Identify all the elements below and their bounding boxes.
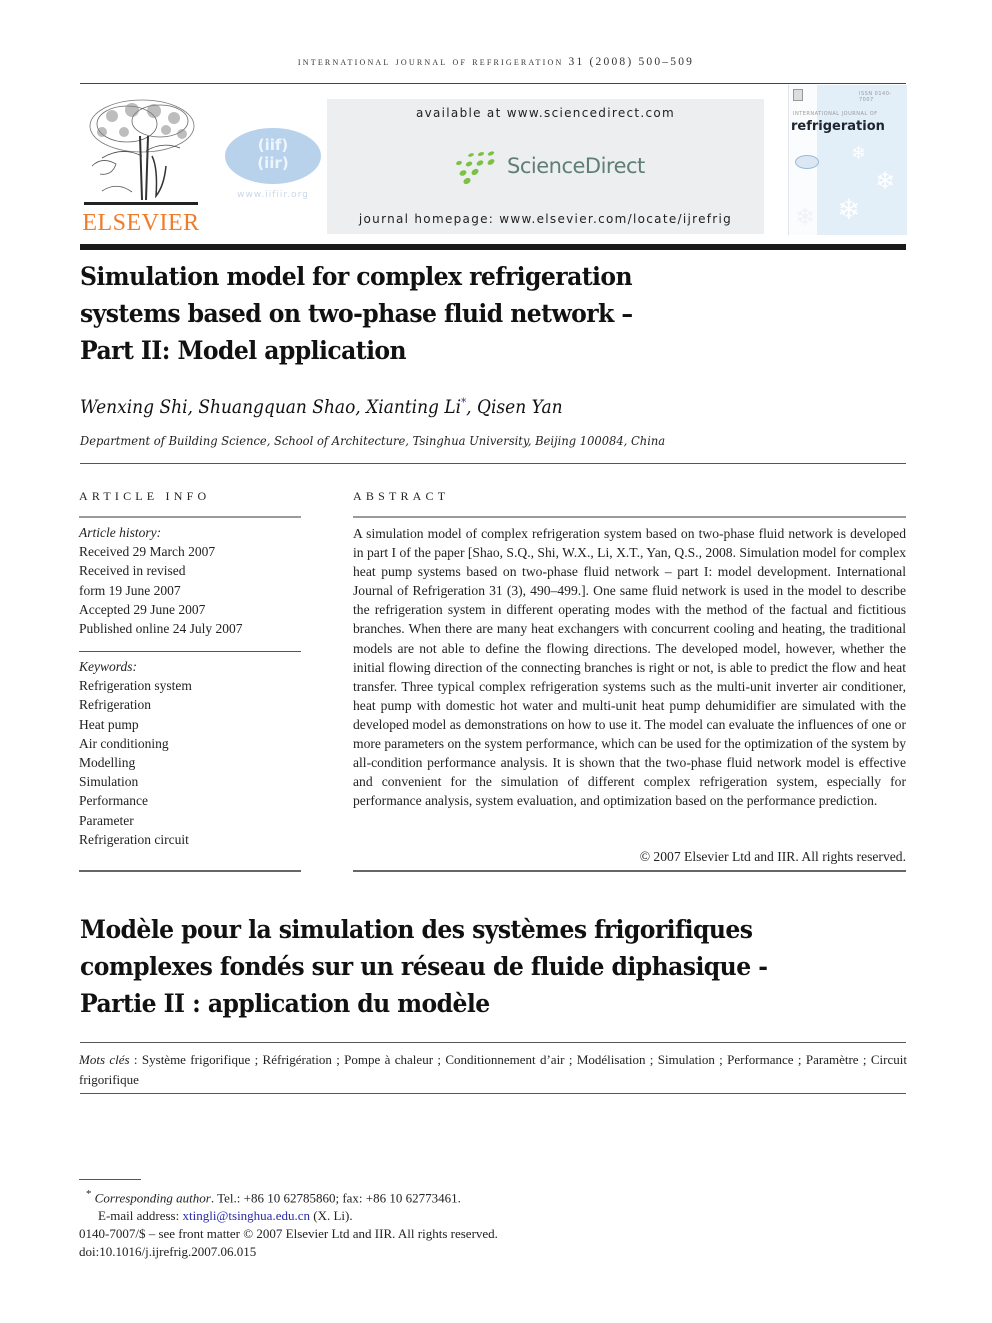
footnotes: * Corresponding author. Tel.: +86 10 627… — [79, 1185, 498, 1261]
keyword-item[interactable]: Modelling — [79, 753, 192, 772]
top-rule — [80, 83, 906, 84]
keyword-item[interactable]: Heat pump — [79, 715, 192, 734]
french-title: Modèle pour la simulation des systèmes f… — [80, 915, 768, 1018]
article-history: Article history: Received 29 March 2007 … — [79, 523, 243, 638]
snowflake-icon: ❄ — [795, 203, 816, 231]
sciencedirect-logo[interactable]: ScienceDirect — [455, 151, 645, 185]
journal-homepage-link[interactable]: journal homepage: www.elsevier.com/locat… — [327, 212, 764, 226]
iir-url: www.iifiir.org — [237, 190, 309, 200]
sciencedirect-wordmark: ScienceDirect — [507, 154, 645, 178]
abstract-bottom-rule — [353, 870, 906, 872]
available-at-link[interactable]: available at www.sciencedirect.com — [327, 106, 764, 120]
abstract-copyright: © 2007 Elsevier Ltd and IIR. All rights … — [639, 849, 906, 864]
mots-cles-list: : Système frigorifique ; Réfrigération ;… — [79, 1052, 907, 1087]
keyword-item[interactable]: Refrigeration system — [79, 676, 192, 695]
article-info-rule — [79, 516, 301, 518]
keyword-item[interactable]: Air conditioning — [79, 734, 192, 753]
email-link[interactable]: xtingli@tsinghua.edu.cn — [182, 1208, 310, 1223]
mots-cles-label: Mots clés — [79, 1052, 130, 1067]
cover-elsevier-icon — [793, 89, 803, 101]
keyword-item[interactable]: Parameter — [79, 811, 192, 830]
keywords-label: Keywords: — [79, 659, 137, 674]
cover-title: refrigeration — [791, 119, 885, 134]
keyword-item[interactable]: Performance — [79, 791, 192, 810]
author-list: Wenxing Shi, Shuangquan Shao, Xianting L… — [80, 396, 563, 419]
history-item: Received in revised — [79, 563, 186, 579]
article-info-heading: ARTICLE INFO — [79, 489, 211, 503]
journal-cover-thumbnail[interactable]: ISSN 0140-7007 INTERNATIONAL JOURNAL OF … — [788, 85, 907, 235]
section-divider — [80, 463, 906, 464]
article-history-label: Article history: — [79, 525, 162, 540]
cover-subtitle: INTERNATIONAL JOURNAL OF — [793, 111, 878, 117]
iir-logo[interactable]: (iif) (iir) www.iifiir.org — [225, 128, 321, 204]
front-matter: 0140-7007/$ – see front matter © 2007 El… — [79, 1226, 498, 1242]
elsevier-logo[interactable]: ELSEVIER — [80, 96, 202, 236]
keyword-item[interactable]: Simulation — [79, 772, 192, 791]
snowflake-icon: ❄ — [837, 193, 861, 226]
history-item: Accepted 29 June 2007 — [79, 601, 206, 617]
keywords-rule — [79, 651, 301, 652]
history-item: Published online 24 July 2007 — [79, 621, 243, 637]
affiliation: Department of Building Science, School o… — [80, 433, 666, 448]
abstract-text: A simulation model of complex refrigerat… — [353, 526, 906, 809]
article-title: Simulation model for complex refrigerati… — [80, 262, 633, 365]
mots-cles-top-rule — [80, 1042, 906, 1043]
mots-cles: Mots clés : Système frigorifique ; Réfri… — [79, 1050, 907, 1089]
cover-globe-icon — [795, 155, 819, 169]
elsevier-tree-icon — [82, 96, 200, 206]
keyword-item[interactable]: Refrigeration circuit — [79, 830, 192, 849]
sciencedirect-dots-icon — [456, 151, 495, 185]
corresponding-author-note: * Corresponding author. Tel.: +86 10 627… — [86, 1188, 461, 1206]
keywords-list: Keywords: Refrigeration system Refrigera… — [79, 657, 192, 849]
snowflake-icon: ❄ — [875, 167, 896, 195]
abstract-heading: ABSTRACT — [353, 489, 450, 503]
iir-logo-text: (iif) (iir) — [257, 136, 289, 172]
article-info-bottom-rule — [79, 870, 301, 872]
running-head: INTERNATIONAL JOURNAL OF REFRIGERATION 3… — [297, 56, 695, 68]
mots-cles-bottom-rule — [80, 1093, 906, 1094]
elsevier-wordmark: ELSEVIER — [82, 210, 200, 236]
doi[interactable]: doi:10.1016/j.ijrefrig.2007.06.015 — [79, 1243, 498, 1261]
email-note: E-mail address: xtingli@tsinghua.edu.cn … — [98, 1208, 353, 1224]
history-item: Received 29 March 2007 — [79, 544, 216, 560]
sciencedirect-banner: available at www.sciencedirect.com Scien… — [327, 99, 764, 234]
keyword-item[interactable]: Refrigeration — [79, 695, 192, 714]
header-divider — [80, 244, 906, 250]
snowflake-icon: ❄ — [851, 143, 867, 164]
history-item: form 19 June 2007 — [79, 582, 181, 598]
abstract-rule — [353, 516, 906, 518]
footnote-rule — [79, 1179, 141, 1180]
cover-issn: ISSN 0140-7007 — [859, 91, 892, 103]
